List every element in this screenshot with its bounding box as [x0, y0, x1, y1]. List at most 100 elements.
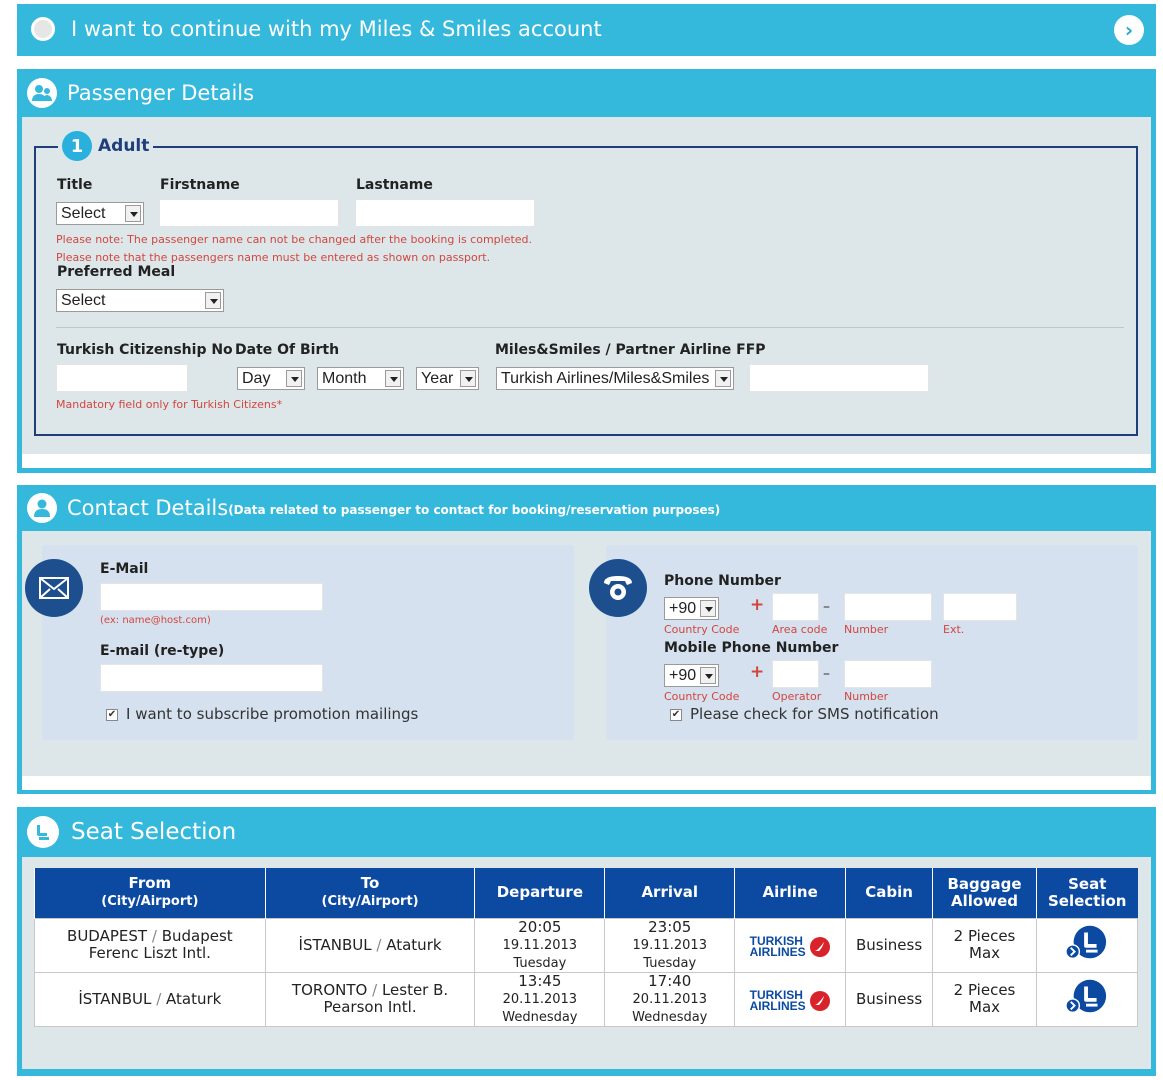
- tulip-icon: [809, 937, 830, 957]
- departure-cell: 13:45 20.11.2013 Wednesday: [474, 971, 606, 1027]
- contact-details-header: Contact Details (Data related to passeng…: [17, 485, 1156, 531]
- phone-ext-input[interactable]: [943, 593, 1017, 621]
- chevron-down-icon[interactable]: [385, 370, 401, 387]
- radio-button[interactable]: [31, 17, 55, 41]
- seat-selection-button[interactable]: [1065, 924, 1109, 962]
- from-cell: BUDAPEST / Budapest Ferenc Liszt Intl.: [34, 917, 266, 973]
- chevron-down-icon[interactable]: [125, 205, 141, 222]
- header-seat-2: Selection: [1048, 891, 1127, 910]
- sms-label: Please check for SMS notification: [690, 705, 939, 723]
- month-select[interactable]: Month: [317, 367, 404, 390]
- departure-time: 13:45: [518, 971, 562, 990]
- to-airport: Lester B.: [381, 981, 449, 999]
- mobile-phone-label: Mobile Phone Number: [664, 640, 839, 656]
- email-retype-input[interactable]: [100, 664, 323, 692]
- cabin-cell: Business: [845, 917, 934, 973]
- arrival-date: 20.11.2013: [632, 991, 707, 1007]
- area-code-input[interactable]: [772, 593, 819, 621]
- day-select[interactable]: Day: [237, 367, 305, 390]
- meal-select[interactable]: Select: [56, 289, 224, 312]
- seat-selection-header: Seat Selection: [17, 807, 1156, 857]
- citizenship-label: Turkish Citizenship No: [57, 342, 233, 358]
- lastname-input[interactable]: [355, 199, 535, 227]
- email-box: E-Mail (ex: name@host.com) E-mail (re-ty…: [42, 545, 574, 740]
- mobile-number-input[interactable]: [844, 660, 932, 688]
- baggage-pieces: 2 Pieces: [953, 981, 1016, 999]
- to-cell: TORONTO / Lester B. Pearson Intl.: [264, 971, 476, 1027]
- seat-selection-button[interactable]: [1065, 978, 1109, 1016]
- airline-name-2: AIRLINES: [749, 999, 806, 1013]
- subscribe-checkbox[interactable]: ✔: [106, 709, 118, 721]
- from-city: BUDAPEST: [67, 927, 148, 945]
- table-row: İSTANBUL / Ataturk TORONTO / Lester B. Pe…: [34, 971, 1139, 1027]
- seat-selection-cell: [1035, 971, 1139, 1027]
- chevron-down-icon[interactable]: [715, 370, 731, 387]
- header-cabin: Cabin: [845, 868, 933, 918]
- dash-separator: –: [823, 666, 830, 682]
- departure-day: Tuesday: [513, 955, 567, 971]
- number-sub: Number: [844, 623, 889, 636]
- email-input[interactable]: [100, 583, 323, 611]
- header-from-sub: (City/Airport): [101, 894, 199, 910]
- ffp-select-value: Turkish Airlines/Miles&Smiles: [501, 370, 710, 387]
- to-airport-cont: Pearson Intl.: [323, 998, 417, 1016]
- adult-number-badge: 1: [62, 131, 92, 161]
- country-code-select[interactable]: +90: [664, 597, 719, 620]
- departure-date: 19.11.2013: [502, 937, 578, 953]
- contact-details-body: E-Mail (ex: name@host.com) E-mail (re-ty…: [22, 531, 1151, 776]
- year-select-value: Year: [421, 370, 454, 387]
- mobile-country-code-select[interactable]: +90: [664, 664, 719, 687]
- ffp-number-input[interactable]: [749, 364, 929, 392]
- header-arrival: Arrival: [604, 868, 735, 918]
- phone-number-input[interactable]: [844, 593, 932, 621]
- preferred-meal-label: Preferred Meal: [57, 264, 176, 280]
- from-airport: Budapest: [161, 927, 233, 945]
- airline-logo-text: TURKISH AIRLINES: [750, 935, 806, 958]
- chevron-down-icon[interactable]: [205, 292, 221, 309]
- plus-sign: +: [750, 595, 765, 615]
- chevron-down-icon[interactable]: [460, 370, 476, 387]
- sms-checkbox[interactable]: ✔: [670, 709, 682, 721]
- ext-sub: Ext.: [943, 623, 965, 636]
- arrival-day: Tuesday: [643, 955, 697, 971]
- ffp-select[interactable]: Turkish Airlines/Miles&Smiles: [496, 367, 734, 390]
- chevron-down-icon[interactable]: [700, 600, 716, 617]
- departure-time: 20:05: [518, 917, 562, 936]
- day-select-value: Day: [242, 370, 271, 387]
- chevron-down-icon[interactable]: [700, 667, 716, 684]
- miles-smiles-bar[interactable]: I want to continue with my Miles & Smile…: [17, 4, 1156, 56]
- ffp-label: Miles&Smiles / Partner Airline FFP: [495, 342, 766, 358]
- flights-table: From (City/Airport) To (City/Airport) Depa…: [34, 868, 1139, 1027]
- firstname-input[interactable]: [159, 199, 339, 227]
- seat-selection-title: Seat Selection: [71, 819, 237, 845]
- passenger-details-title: Passenger Details: [67, 81, 255, 105]
- email-retype-label: E-mail (re-type): [100, 643, 225, 659]
- phone-box: Phone Number +90 + – Country Code Area c…: [606, 545, 1138, 740]
- chevron-down-icon[interactable]: [286, 370, 302, 387]
- operator-input[interactable]: [772, 660, 819, 688]
- to-city: TORONTO: [291, 981, 368, 999]
- header-baggage: Baggage Allowed: [932, 868, 1037, 918]
- airline-cell: TURKISH AIRLINES: [734, 971, 847, 1027]
- cabin-cell: Business: [845, 971, 934, 1027]
- header-baggage-1: Baggage: [947, 874, 1022, 893]
- title-select[interactable]: Select: [56, 202, 144, 225]
- seat-selection-panel: Seat Selection From (City/Airport) To (Cit…: [17, 807, 1156, 1076]
- seat-icon: [27, 816, 59, 848]
- slash: /: [376, 935, 382, 954]
- turkish-airlines-logo: TURKISH AIRLINES: [750, 935, 831, 958]
- email-label: E-Mail: [100, 561, 149, 577]
- seat-select-icon: [1065, 979, 1107, 1014]
- seat-selection-body: From (City/Airport) To (City/Airport) Depa…: [22, 857, 1151, 1069]
- miles-smiles-header: I want to continue with my Miles & Smile…: [17, 4, 1156, 54]
- from-city: İSTANBUL: [78, 989, 152, 1008]
- citizenship-input[interactable]: [56, 364, 188, 392]
- table-header-row: From (City/Airport) To (City/Airport) Depa…: [34, 868, 1138, 918]
- title-label: Title: [57, 177, 93, 193]
- chevron-right-icon[interactable]: ›: [1114, 15, 1144, 45]
- slash: /: [372, 981, 378, 999]
- year-select[interactable]: Year: [416, 367, 479, 390]
- departure-cell: 20:05 19.11.2013 Tuesday: [474, 917, 606, 973]
- country-code-sub: Country Code: [664, 623, 740, 636]
- from-airport-cont: Ferenc Liszt Intl.: [88, 944, 211, 962]
